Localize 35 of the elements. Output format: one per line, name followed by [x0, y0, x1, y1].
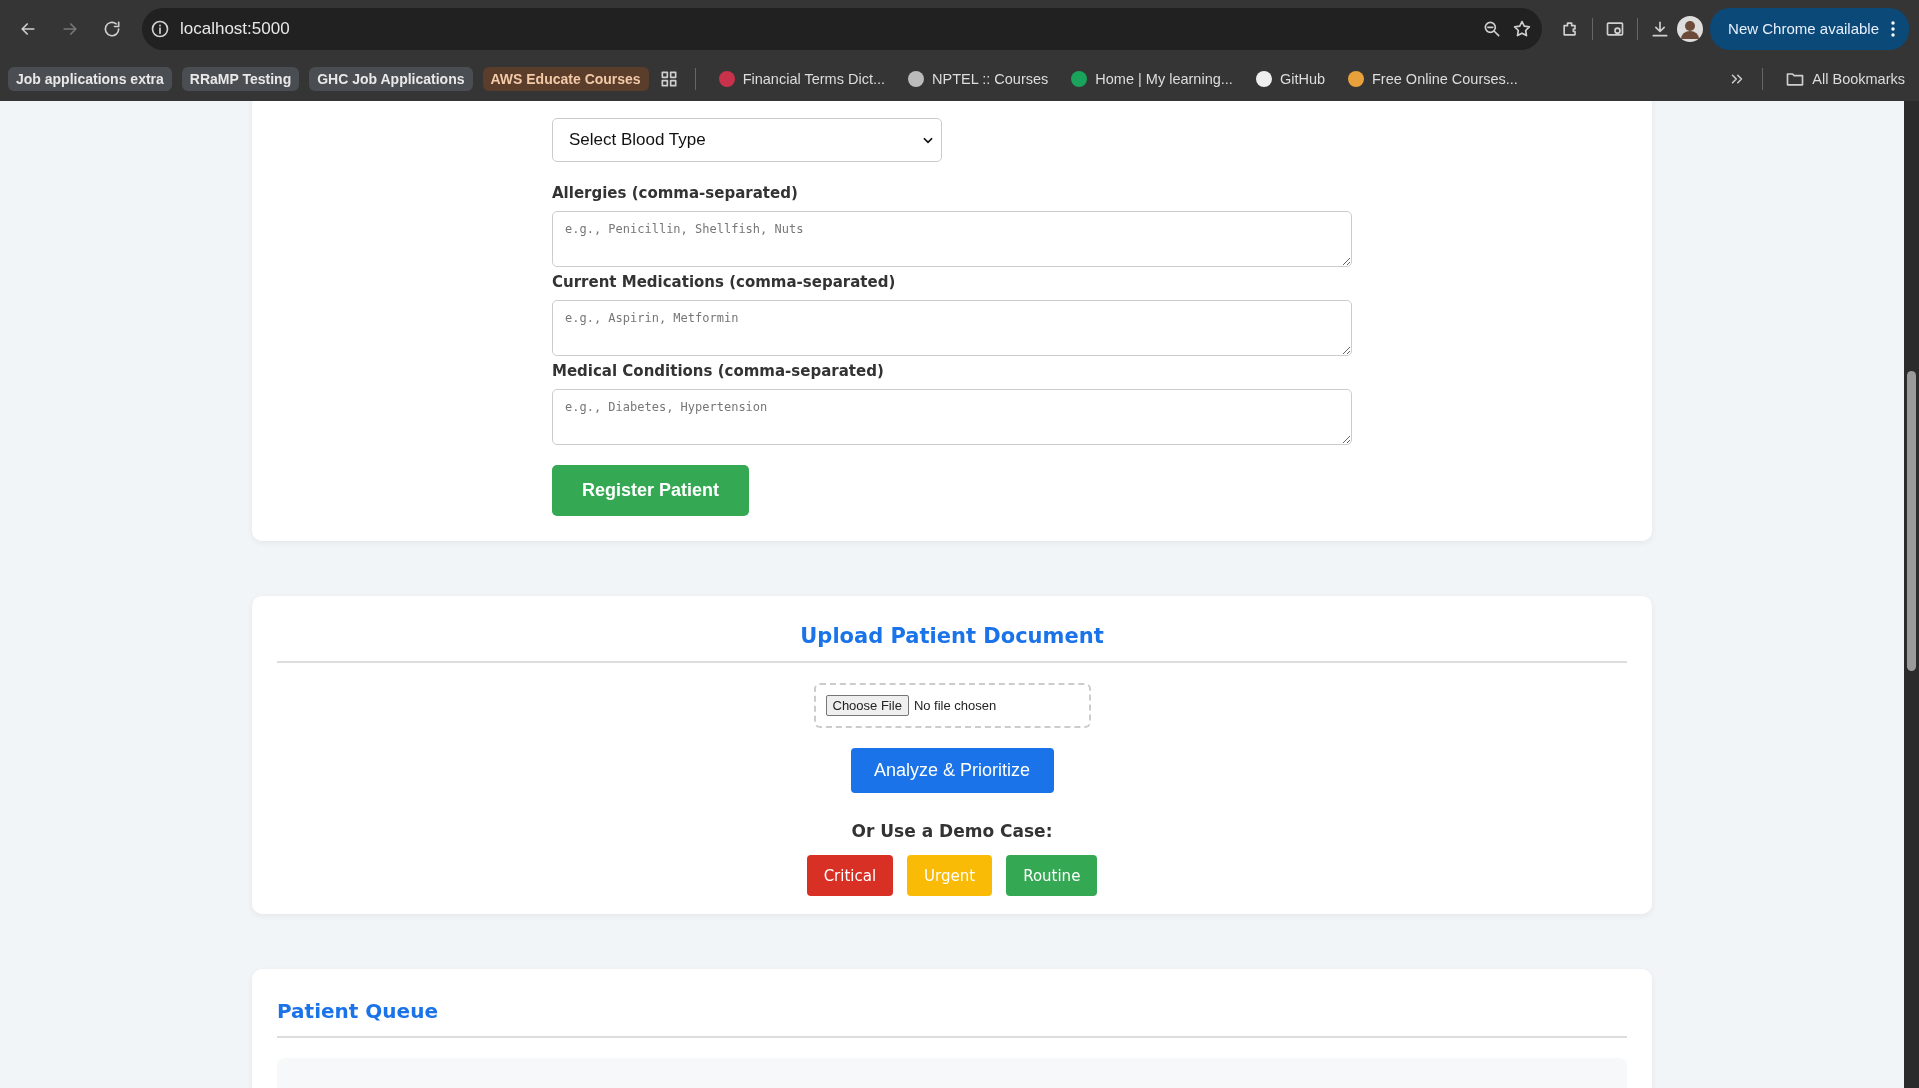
- demo-case-button[interactable]: Critical: [806, 855, 894, 896]
- field-label: Allergies (comma-separated): [552, 184, 799, 202]
- field-label: Current Medications (comma-separated): [552, 273, 897, 291]
- bookmark-link[interactable]: Home | My learning...: [1064, 67, 1239, 91]
- bookmark-group[interactable]: GHC Job Applications: [309, 67, 473, 91]
- analyze-button[interactable]: Analyze & Prioritize: [850, 748, 1054, 793]
- star-icon[interactable]: [1512, 18, 1533, 39]
- bookmark-link[interactable]: Free Online Courses...: [1341, 67, 1524, 91]
- all-bookmarks[interactable]: All Bookmarks: [1779, 66, 1911, 92]
- bookmark-group[interactable]: AWS Educate Courses: [482, 67, 649, 91]
- site-icon: [1070, 70, 1089, 88]
- file-input[interactable]: Choose File No file chosen: [813, 683, 1091, 728]
- bookmark-group[interactable]: RRaMP Testing: [181, 67, 300, 91]
- text-area[interactable]: e.g., Diabetes, Hypertension: [552, 389, 1352, 445]
- bookmark-link[interactable]: Financial Terms Dict...: [711, 67, 891, 91]
- more-icon: [1891, 20, 1895, 37]
- site-icon: [907, 70, 925, 88]
- text-area[interactable]: e.g., Aspirin, Metformin: [552, 300, 1352, 356]
- address-bar[interactable]: localhost:5000: [142, 7, 1543, 50]
- info-icon[interactable]: [150, 18, 170, 39]
- site-icon: [717, 70, 736, 88]
- blood-type-select[interactable]: Select Blood Type: [552, 118, 942, 162]
- section-title: Patient Queue: [277, 999, 1627, 1038]
- demo-heading: Or Use a Demo Case:: [851, 821, 1053, 841]
- site-icon: [1254, 70, 1273, 88]
- bookmark-link[interactable]: NPTEL :: Courses: [901, 67, 1055, 91]
- text-area[interactable]: e.g., Penicillin, Shellfish, Nuts: [552, 211, 1352, 267]
- url-text: localhost:5000: [180, 18, 291, 39]
- bookmark-group[interactable]: Job applications extra: [8, 67, 172, 91]
- section-title: Upload Patient Document: [277, 624, 1627, 663]
- bookmark-link[interactable]: GitHub: [1248, 67, 1331, 91]
- update-button[interactable]: New Chrome available: [1710, 7, 1909, 50]
- avatar-icon[interactable]: [1676, 14, 1705, 43]
- site-icon: [1347, 70, 1365, 88]
- field-label: Medical Conditions (comma-separated): [552, 362, 885, 380]
